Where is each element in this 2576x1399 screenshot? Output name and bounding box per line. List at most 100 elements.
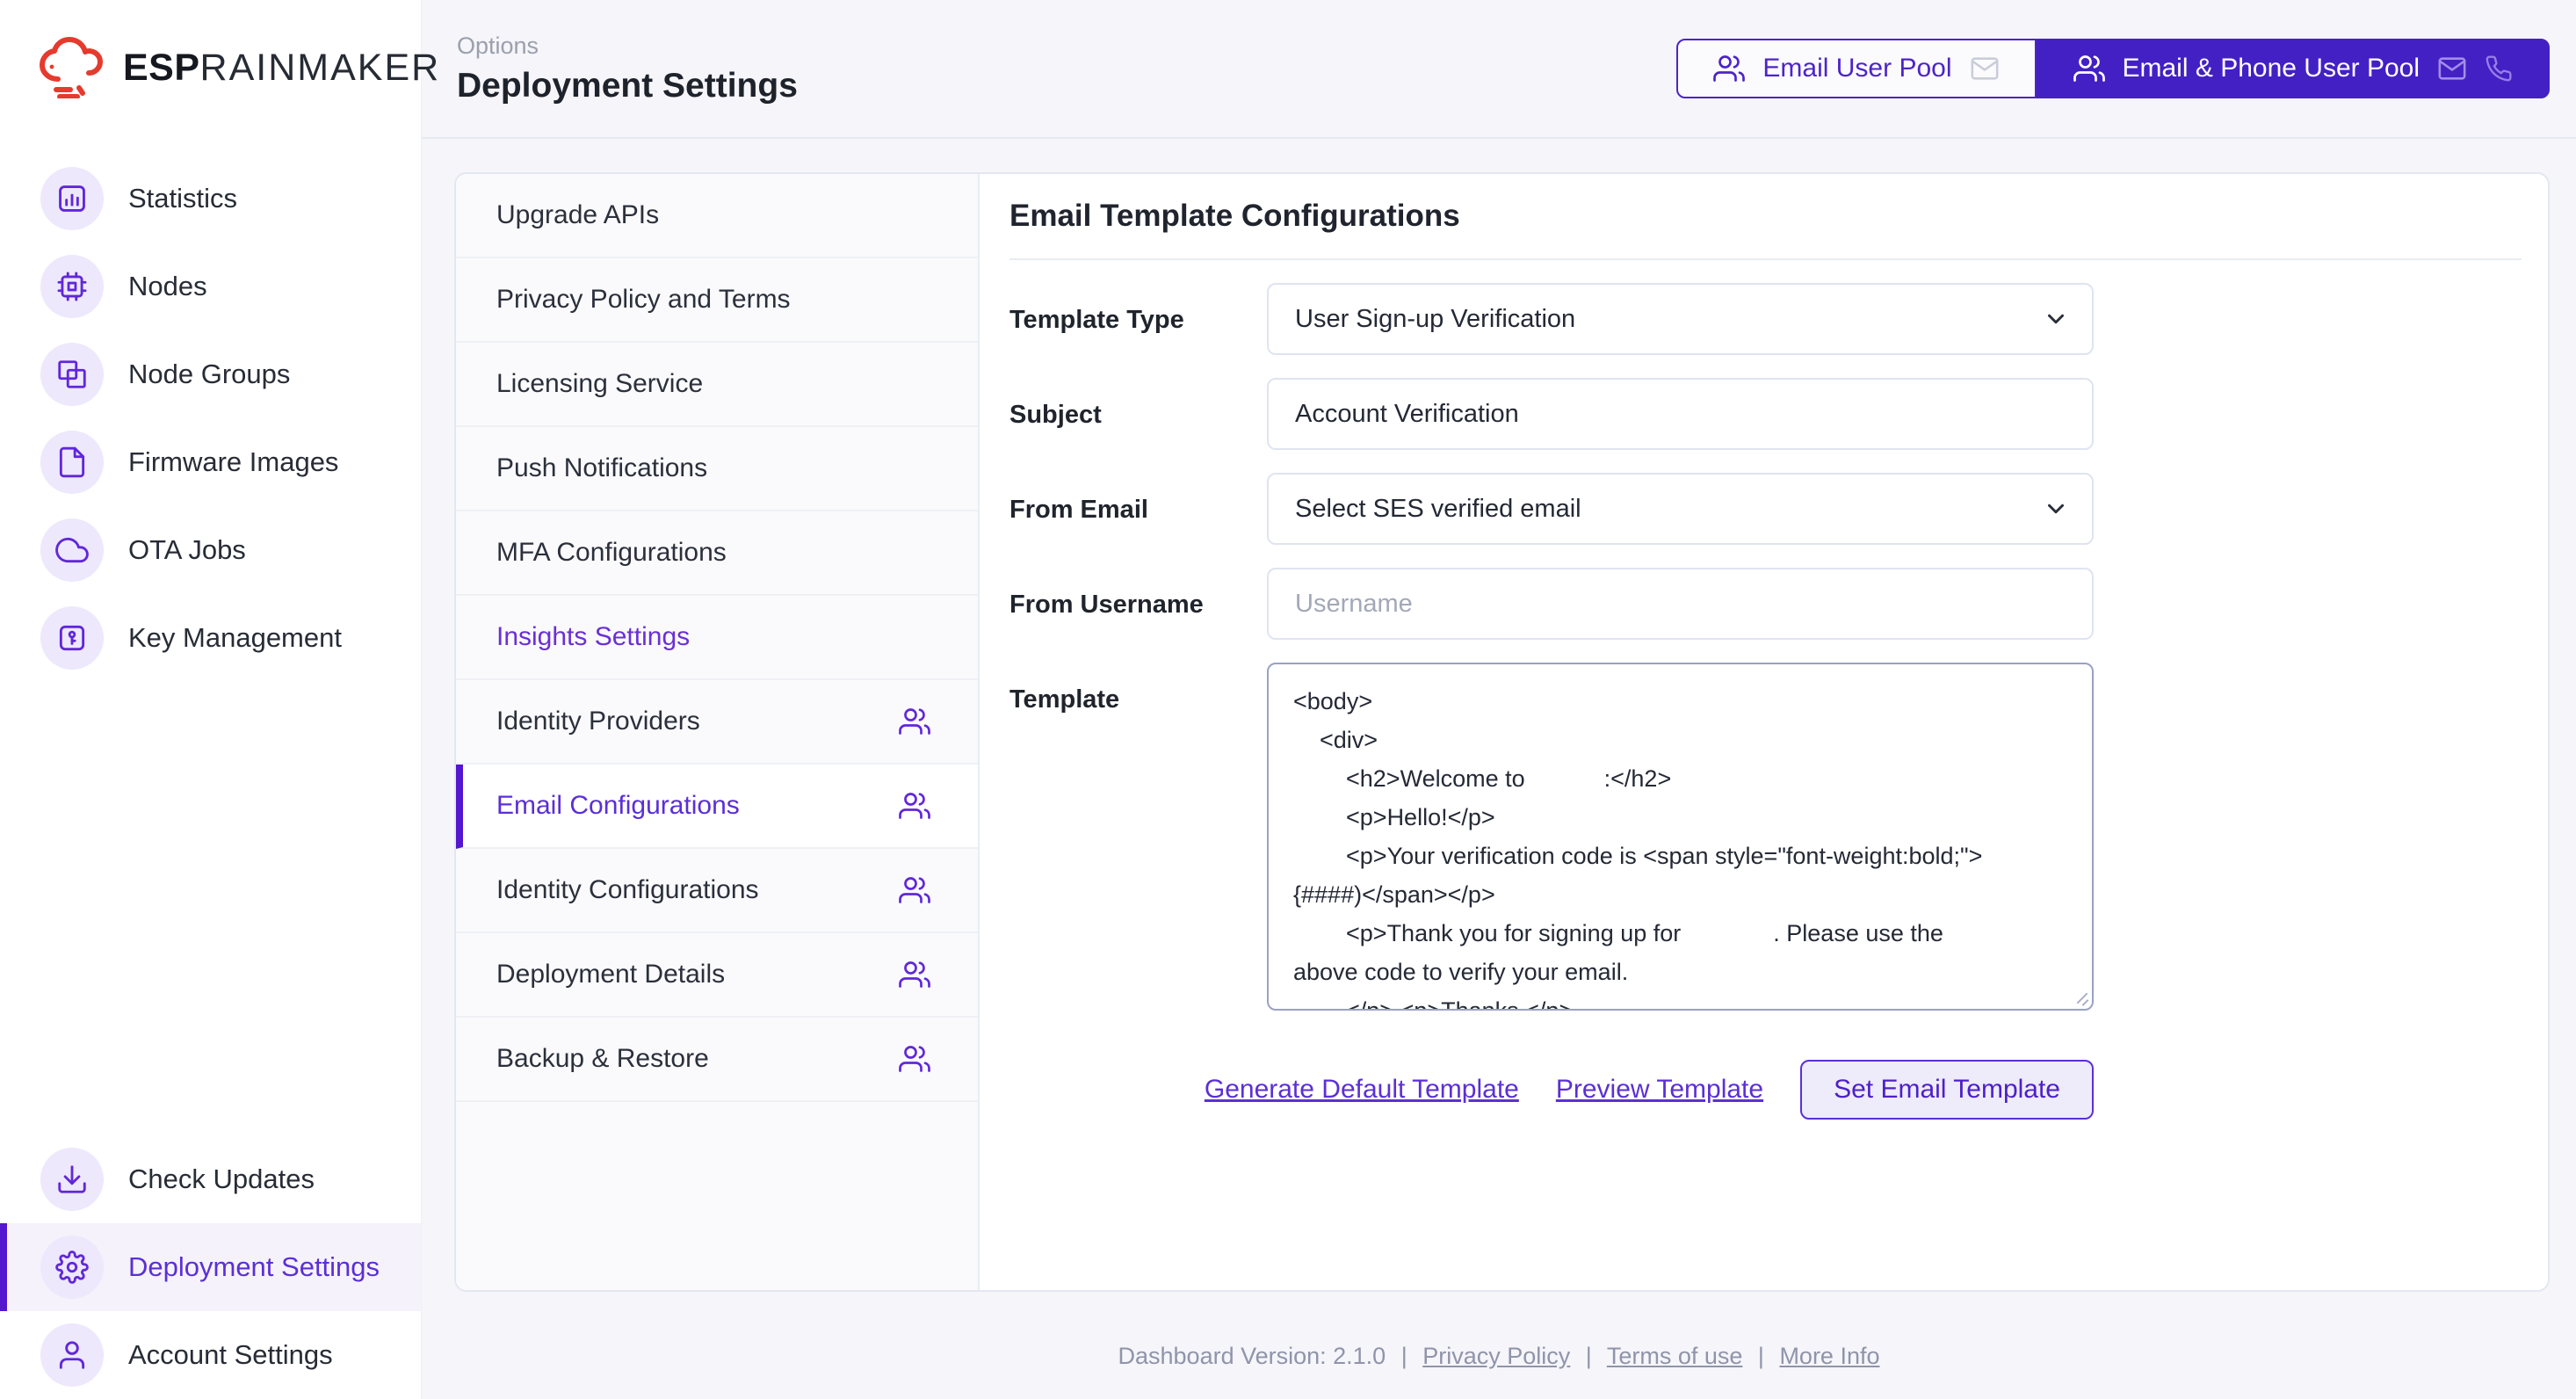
set-email-template-button[interactable]: Set Email Template: [1800, 1060, 2094, 1120]
sidebar-item-label: Key Management: [128, 622, 342, 654]
menu-item-label: Deployment Details: [496, 960, 725, 989]
brand-logo: ESPRAINMAKER: [0, 0, 421, 98]
chevron-down-icon: [2043, 306, 2069, 332]
phone-icon: [2485, 54, 2513, 83]
sidebar-nav: Statistics Nodes Node Groups: [0, 155, 421, 682]
email-phone-user-pool-label: Email & Phone User Pool: [2123, 54, 2420, 83]
content-area: Upgrade APIs Privacy Policy and Terms Li…: [422, 139, 2576, 1399]
subject-label: Subject: [1009, 378, 1267, 450]
email-template-form: Email Template Configurations Template T…: [980, 174, 2548, 1290]
form-title: Email Template Configurations: [1009, 199, 2522, 260]
preview-template-link[interactable]: Preview Template: [1556, 1075, 1763, 1105]
sidebar-item-deployment-settings[interactable]: Deployment Settings: [0, 1223, 421, 1311]
dashboard-version: Dashboard Version: 2.1.0: [1118, 1343, 1393, 1369]
users-icon: [2073, 53, 2105, 84]
menu-item-mfa-configurations[interactable]: MFA Configurations: [456, 511, 978, 596]
template-label: Template: [1009, 663, 1267, 1011]
menu-item-deployment-details[interactable]: Deployment Details: [456, 933, 978, 1018]
from-username-label: From Username: [1009, 568, 1267, 640]
sidebar-item-label: OTA Jobs: [128, 534, 246, 566]
menu-item-backup-restore[interactable]: Backup & Restore: [456, 1018, 978, 1102]
sidebar-item-label: Node Groups: [128, 359, 290, 390]
menu-item-privacy-policy-terms[interactable]: Privacy Policy and Terms: [456, 258, 978, 343]
menu-item-licensing-service[interactable]: Licensing Service: [456, 343, 978, 427]
users-icon: [899, 1043, 930, 1075]
footer-link-privacy-policy[interactable]: Privacy Policy: [1422, 1343, 1570, 1369]
from-username-input[interactable]: [1267, 568, 2094, 640]
from-email-value: Select SES verified email: [1295, 495, 1581, 524]
template-type-label: Template Type: [1009, 283, 1267, 355]
sidebar-item-check-updates[interactable]: Check Updates: [0, 1135, 421, 1223]
sidebar-item-label: Firmware Images: [128, 446, 338, 478]
from-email-label: From Email: [1009, 473, 1267, 545]
sidebar-bottom-nav: Check Updates Deployment Settings Accoun…: [0, 1135, 421, 1399]
footer-link-terms-of-use[interactable]: Terms of use: [1607, 1343, 1743, 1369]
footer: Dashboard Version: 2.1.0 | Privacy Polic…: [422, 1343, 2576, 1370]
template-row: Template <body> <div> <h2>Welcome to :</…: [1009, 663, 2522, 1011]
users-icon: [1713, 53, 1745, 84]
brand-esp: ESP: [123, 47, 200, 89]
sidebar-item-label: Deployment Settings: [128, 1251, 380, 1283]
menu-item-label: Backup & Restore: [496, 1044, 709, 1074]
sidebar-item-ota-jobs[interactable]: OTA Jobs: [0, 506, 421, 594]
footer-separator: |: [1586, 1343, 1592, 1369]
menu-item-label: MFA Configurations: [496, 538, 727, 568]
menu-item-identity-providers[interactable]: Identity Providers: [456, 680, 978, 765]
template-textarea[interactable]: <body> <div> <h2>Welcome to :</h2> <p>He…: [1267, 663, 2094, 1011]
generate-default-template-link[interactable]: Generate Default Template: [1205, 1075, 1519, 1105]
sidebar-item-label: Account Settings: [128, 1339, 333, 1371]
footer-link-more-info[interactable]: More Info: [1779, 1343, 1879, 1369]
template-type-value: User Sign-up Verification: [1295, 305, 1575, 334]
menu-item-label: Privacy Policy and Terms: [496, 285, 791, 315]
main-area: Options Deployment Settings Email User P…: [422, 0, 2576, 1399]
menu-item-label: Insights Settings: [496, 622, 690, 652]
menu-item-label: Upgrade APIs: [496, 200, 659, 230]
user-pool-toggle: Email User Pool Email & Phone User Pool: [1676, 39, 2550, 98]
mail-icon: [2437, 54, 2467, 83]
menu-item-push-notifications[interactable]: Push Notifications: [456, 427, 978, 511]
sidebar-item-key-management[interactable]: Key Management: [0, 594, 421, 682]
users-icon: [899, 959, 930, 990]
menu-item-identity-configurations[interactable]: Identity Configurations: [456, 849, 978, 933]
from-username-row: From Username: [1009, 568, 2522, 640]
menu-item-label: Licensing Service: [496, 369, 703, 399]
gear-icon: [40, 1236, 104, 1299]
email-user-pool-label: Email User Pool: [1762, 54, 1951, 83]
chevron-down-icon: [2043, 496, 2069, 522]
menu-item-upgrade-apis[interactable]: Upgrade APIs: [456, 174, 978, 258]
users-icon: [899, 874, 930, 906]
menu-item-insights-settings[interactable]: Insights Settings: [456, 596, 978, 680]
form-actions: Generate Default Template Preview Templa…: [1009, 1060, 2094, 1120]
footer-separator: |: [1401, 1343, 1407, 1369]
sidebar-item-account-settings[interactable]: Account Settings: [0, 1311, 421, 1399]
email-user-pool-button[interactable]: Email User Pool: [1676, 39, 2036, 98]
sidebar-item-statistics[interactable]: Statistics: [0, 155, 421, 243]
template-type-select[interactable]: User Sign-up Verification: [1267, 283, 2094, 355]
from-email-select[interactable]: Select SES verified email: [1267, 473, 2094, 545]
sidebar: ESPRAINMAKER Statistics Nodes: [0, 0, 422, 1399]
page-title: Deployment Settings: [457, 67, 798, 105]
download-icon: [40, 1148, 104, 1211]
resize-handle-icon[interactable]: [2073, 990, 2089, 1006]
sidebar-item-nodes[interactable]: Nodes: [0, 243, 421, 330]
menu-item-label: Push Notifications: [496, 453, 707, 483]
page-header-titles: Options Deployment Settings: [457, 33, 798, 105]
subject-input[interactable]: [1267, 378, 2094, 450]
user-icon: [40, 1323, 104, 1387]
email-phone-user-pool-button[interactable]: Email & Phone User Pool: [2037, 39, 2551, 98]
sidebar-item-label: Nodes: [128, 271, 207, 302]
users-icon: [899, 706, 930, 737]
sidebar-item-firmware-images[interactable]: Firmware Images: [0, 418, 421, 506]
sidebar-item-label: Check Updates: [128, 1163, 315, 1195]
menu-item-label: Email Configurations: [496, 791, 740, 821]
file-icon: [40, 431, 104, 494]
page-header: Options Deployment Settings Email User P…: [422, 0, 2576, 139]
from-email-row: From Email Select SES verified email: [1009, 473, 2522, 545]
rainmaker-cloud-logo-icon: [37, 37, 109, 98]
mail-icon: [1970, 54, 2000, 83]
settings-menu: Upgrade APIs Privacy Policy and Terms Li…: [456, 174, 980, 1290]
key-icon: [40, 606, 104, 670]
sidebar-item-node-groups[interactable]: Node Groups: [0, 330, 421, 418]
brand-rainmaker: RAINMAKER: [200, 47, 441, 89]
menu-item-email-configurations[interactable]: Email Configurations: [456, 765, 978, 849]
